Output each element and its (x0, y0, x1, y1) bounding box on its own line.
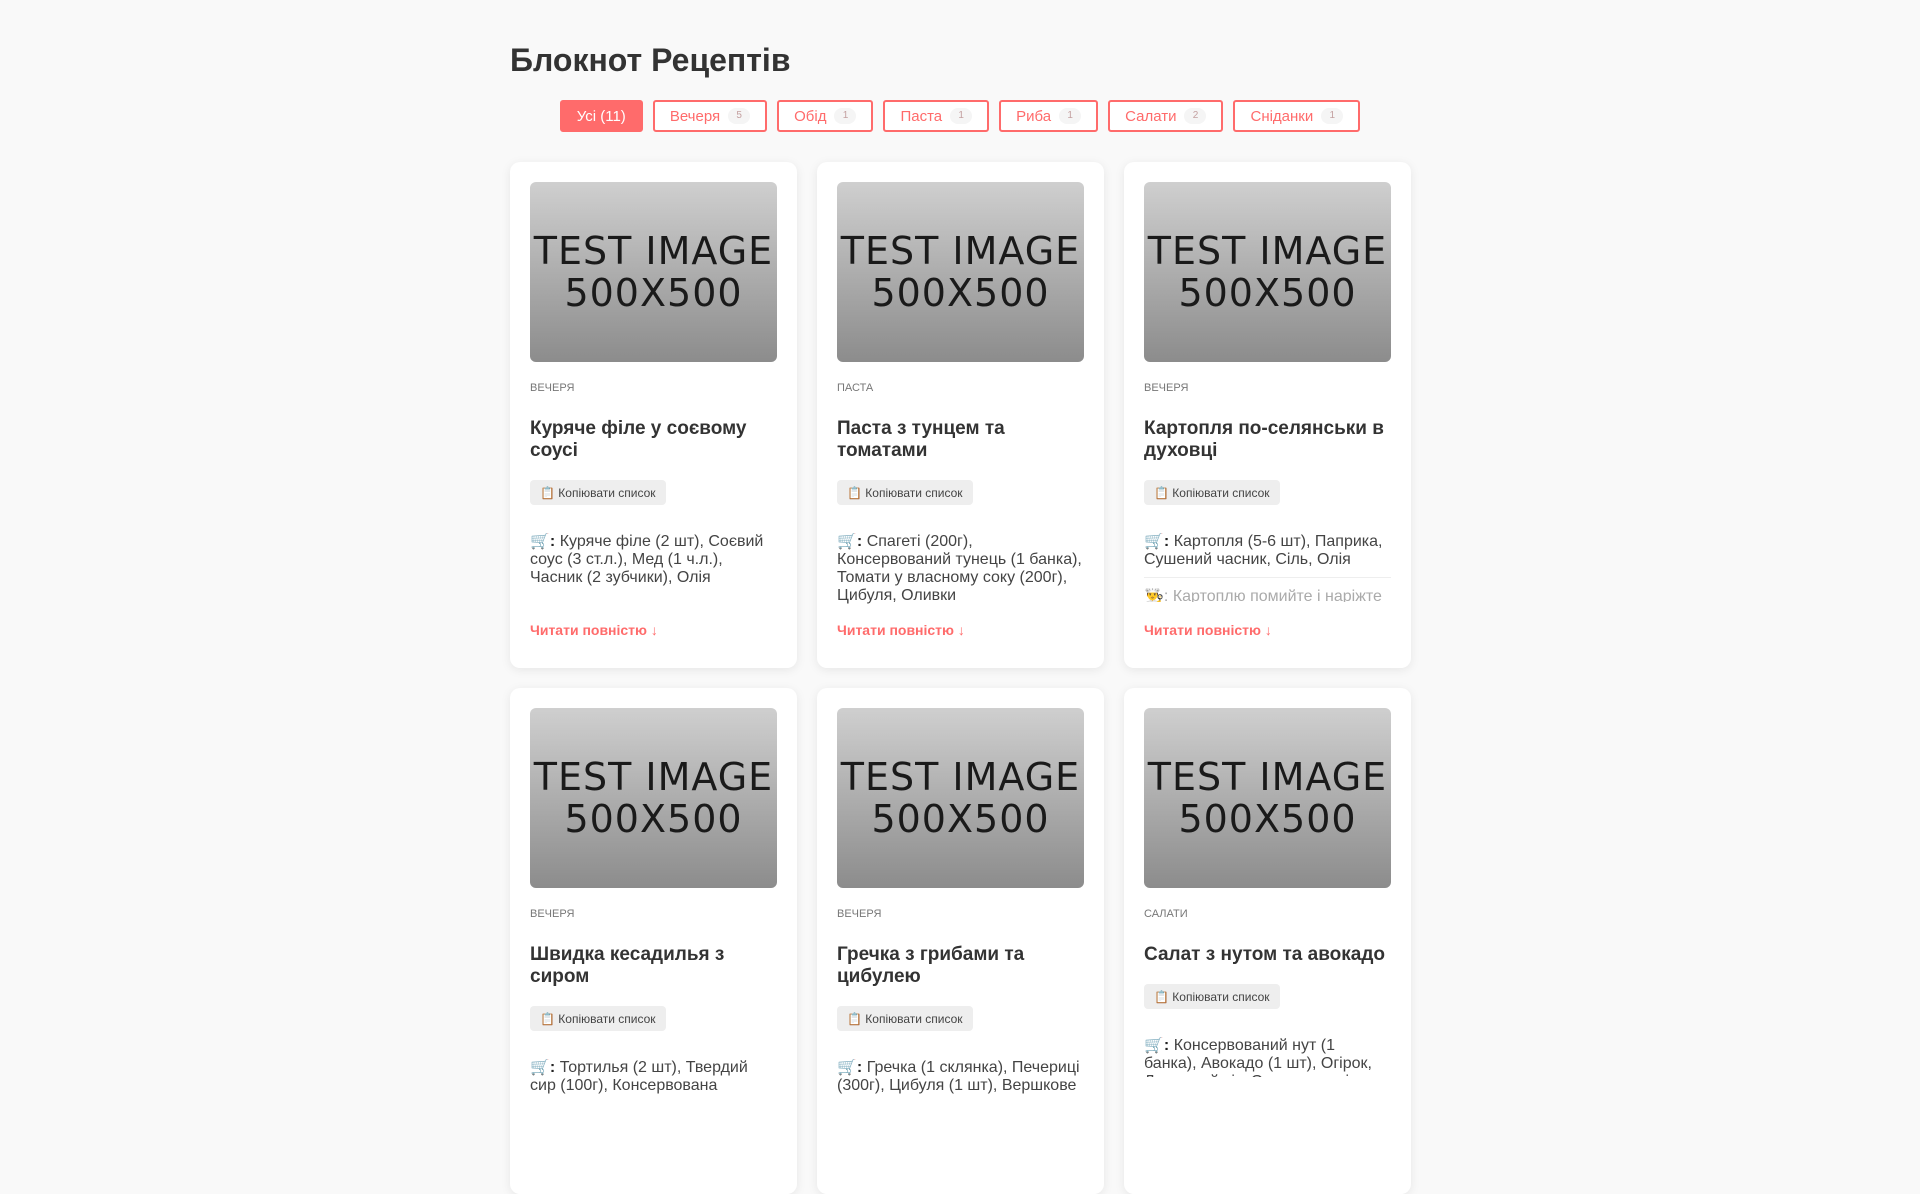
cart-icon: 🛒 (530, 1059, 550, 1076)
category-filter-bar: Усі (11) Вечеря 5 Обід 1 Паста 1 Риба 1 … (510, 100, 1410, 132)
recipe-image: TEST IMAGE 500X500 (530, 708, 777, 888)
filter-count-badge: 2 (1184, 108, 1207, 124)
filter-label: Салати (1125, 107, 1177, 125)
filter-count-badge: 5 (728, 108, 751, 124)
recipe-image: TEST IMAGE 500X500 (1144, 708, 1391, 888)
filter-pasta[interactable]: Паста 1 (883, 100, 990, 132)
recipe-category: Вечеря (530, 382, 575, 394)
recipe-title: Швидка кесадилья з сиром (530, 944, 725, 987)
filter-all[interactable]: Усі (11) (559, 100, 643, 132)
recipe-card: TEST IMAGE 500X500 Вечеря Куряче філе у … (510, 162, 797, 668)
filter-label: Усі (11) (576, 107, 626, 125)
recipe-card: TEST IMAGE 500X500 Вечеря Швидка кесадил… (510, 688, 797, 1194)
page-title: Блокнот Рецептів (510, 42, 791, 78)
read-more-link[interactable]: Читати повністю ↓ (530, 622, 658, 638)
filter-lunch[interactable]: Обід 1 (777, 100, 874, 132)
recipe-ingredients: 🛒: Тортилья (2 шт), Твердий сир (100г), … (530, 1059, 748, 1094)
recipe-category: Паста (837, 382, 874, 394)
recipe-image: TEST IMAGE 500X500 (837, 708, 1084, 888)
filter-fish[interactable]: Риба 1 (999, 100, 1099, 132)
recipe-card: TEST IMAGE 500X500 Вечеря Гречка з гриба… (817, 688, 1104, 1194)
ingredients-text: Консервований нут (1 банка), Авокадо (1 … (1144, 1037, 1372, 1077)
recipe-image: TEST IMAGE 500X500 (530, 182, 777, 362)
recipe-title: Куряче філе у соєвому соусі (530, 418, 747, 461)
recipe-card: TEST IMAGE 500X500 Паста Паста з тунцем … (817, 162, 1104, 668)
ingredients-text: Куряче філе (2 шт), Соєвий соус (3 ст.л.… (530, 533, 764, 586)
filter-breakfast[interactable]: Сніданки 1 (1233, 100, 1361, 132)
recipe-ingredients: 🛒: Куряче філе (2 шт), Соєвий соус (3 ст… (530, 533, 764, 586)
filter-label: Сніданки (1250, 107, 1314, 125)
recipe-ingredients: 🛒: Картопля (5-6 шт), Паприка, Сушений ч… (1144, 533, 1383, 568)
cart-icon: 🛒 (1144, 1037, 1164, 1054)
recipe-step-preview: 👨‍🍳: Картоплю помийте і наріжте (1144, 588, 1391, 602)
cart-icon: 🛒 (1144, 533, 1164, 550)
filter-label: Риба (1016, 107, 1052, 125)
recipe-category: Вечеря (530, 908, 575, 920)
read-more-link[interactable]: Читати повністю ↓ (837, 622, 965, 638)
ingredients-text: Картопля (5-6 шт), Паприка, Сушений часн… (1144, 533, 1383, 568)
step-text: Картоплю помийте і наріжте (1172, 588, 1382, 602)
ingredients-text: Тортилья (2 шт), Твердий сир (100г), Кон… (530, 1059, 748, 1094)
recipe-category: Салати (1144, 908, 1188, 920)
recipe-notebook-page: Блокнот Рецептів Усі (11) Вечеря 5 Обід … (510, 0, 1411, 1194)
filter-count-badge: 1 (1059, 108, 1082, 124)
recipe-title: Паста з тунцем та томатами (837, 418, 1005, 461)
recipe-card: TEST IMAGE 500X500 Вечеря Картопля по-се… (1124, 162, 1411, 668)
filter-label: Обід (794, 107, 827, 125)
recipe-image: TEST IMAGE 500X500 (837, 182, 1084, 362)
section-divider (1144, 577, 1391, 578)
copy-list-button[interactable]: 📋 Копіювати список (1144, 984, 1280, 1009)
filter-label: Паста (900, 107, 943, 125)
recipe-category: Вечеря (1144, 382, 1189, 394)
filter-count-badge: 1 (950, 108, 973, 124)
recipe-ingredients: 🛒: Спагеті (200г), Консервований тунець … (837, 533, 1082, 604)
ingredients-text: Спагеті (200г), Консервований тунець (1 … (837, 533, 1082, 604)
filter-salads[interactable]: Салати 2 (1108, 100, 1224, 132)
recipe-card: TEST IMAGE 500X500 Салати Салат з нутом … (1124, 688, 1411, 1194)
filter-label: Вечеря (669, 107, 721, 125)
read-more-link[interactable]: Читати повністю ↓ (1144, 622, 1272, 638)
filter-dinner[interactable]: Вечеря 5 (652, 100, 768, 132)
cart-icon: 🛒 (837, 533, 857, 550)
filter-count-badge: 1 (834, 108, 857, 124)
copy-list-button[interactable]: 📋 Копіювати список (530, 480, 666, 505)
filter-count-badge: 1 (1321, 108, 1344, 124)
recipe-image: TEST IMAGE 500X500 (1144, 182, 1391, 362)
recipe-ingredients: 🛒: Гречка (1 склянка), Печериці (300г), … (837, 1059, 1080, 1094)
copy-list-button[interactable]: 📋 Копіювати список (530, 1006, 666, 1031)
recipe-category: Вечеря (837, 908, 882, 920)
recipe-ingredients: 🛒: Консервований нут (1 банка), Авокадо … (1144, 1037, 1391, 1077)
cart-icon: 🛒 (530, 533, 550, 550)
chef-icon: 👨‍🍳 (1144, 588, 1164, 602)
copy-list-button[interactable]: 📋 Копіювати список (837, 1006, 973, 1031)
recipe-title: Картопля по-селянськи в духовці (1144, 418, 1384, 461)
copy-list-button[interactable]: 📋 Копіювати список (837, 480, 973, 505)
recipe-title: Гречка з грибами та цибулею (837, 944, 1025, 987)
recipe-title: Салат з нутом та авокадо (1144, 944, 1385, 965)
copy-list-button[interactable]: 📋 Копіювати список (1144, 480, 1280, 505)
recipe-grid: TEST IMAGE 500X500 Вечеря Куряче філе у … (510, 162, 1411, 1194)
cart-icon: 🛒 (837, 1059, 857, 1076)
ingredients-text: Гречка (1 склянка), Печериці (300г), Циб… (837, 1059, 1080, 1094)
